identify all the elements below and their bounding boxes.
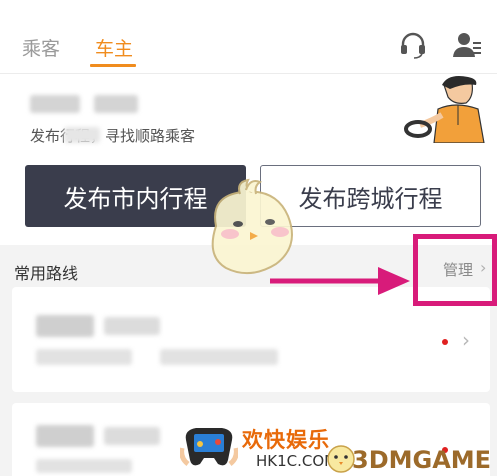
blurred-route-detail: [36, 349, 132, 365]
red-dot-indicator: [442, 339, 448, 345]
headset-icon[interactable]: [398, 30, 428, 60]
blurred-route-time: [104, 427, 160, 445]
annotation-highlight-box: [413, 234, 497, 306]
profile-icon[interactable]: [452, 30, 482, 60]
hero-subtitle: 发布行程，寻找顺路乘客: [30, 127, 196, 145]
blurred-route-detail: [36, 459, 132, 473]
blurred-route-detail: [160, 349, 278, 365]
blurred-name: [30, 95, 80, 113]
site-watermark: 欢快娱乐 HK1C.COM 3DMGAME: [180, 418, 497, 476]
frequent-routes-title: 常用路线: [14, 264, 79, 283]
top-bar: 乘客 车主: [0, 0, 497, 74]
chick-mascot-watermark: [211, 178, 293, 275]
tab-passenger[interactable]: 乘客: [22, 34, 60, 61]
active-tab-indicator: [90, 64, 136, 67]
watermark-brand-text: 3DMGAME: [352, 446, 492, 474]
driver-illustration: [404, 76, 485, 143]
watermark-chinese-text: 欢快娱乐: [242, 428, 330, 452]
blurred-route-origin: [36, 425, 94, 447]
blurred-name: [94, 95, 138, 113]
gamepad-icon: [180, 428, 238, 466]
blurred-subtitle-part: [64, 127, 100, 143]
blurred-route-time: [104, 317, 160, 335]
tab-driver[interactable]: 车主: [95, 34, 133, 61]
chevron-right-icon: ›: [462, 328, 470, 352]
blurred-route-origin: [36, 315, 94, 337]
